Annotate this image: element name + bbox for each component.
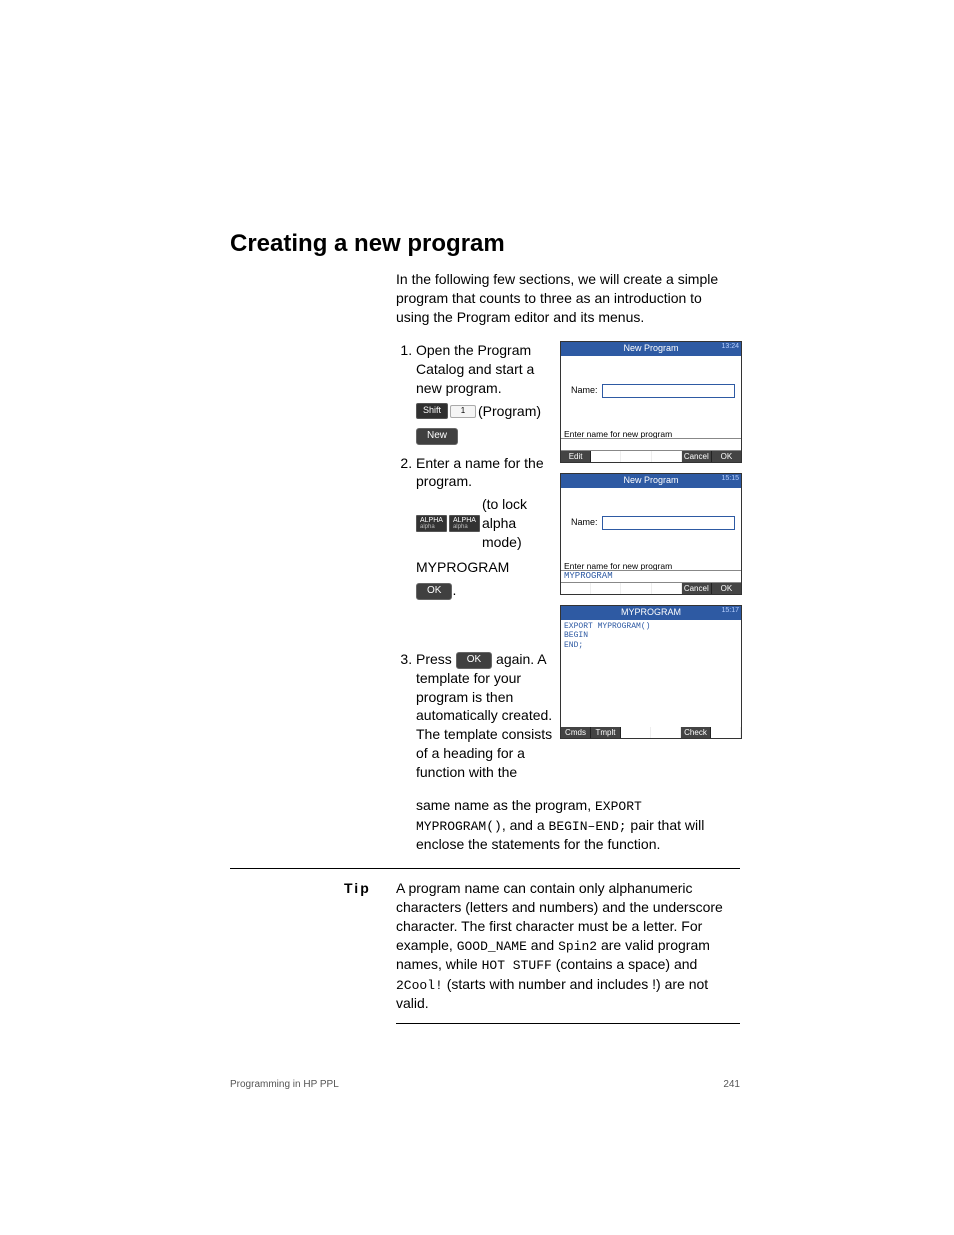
shot2-title-text: New Program	[623, 475, 678, 485]
steps-column: Open the Program Catalog and start a new…	[230, 341, 550, 790]
shot3-clock: 15:17	[721, 607, 739, 615]
tip-text: A program name can contain only alphanum…	[396, 879, 740, 1024]
after-a: same name as the program,	[416, 797, 595, 813]
tip-block: Tip A program name can contain only alph…	[230, 868, 740, 1024]
shot1-title: New Program 13:24	[561, 342, 741, 356]
shot1-body: Name: Enter name for new program	[561, 356, 741, 451]
shot1-clock: 13:24	[721, 343, 739, 351]
shot2-name-field	[602, 516, 735, 530]
tip-t2: and	[527, 937, 558, 953]
shot3-menu-b2	[651, 727, 681, 738]
screenshot-3: MYPROGRAM 15:17 EXPORT MYPROGRAM() BEGIN…	[560, 605, 742, 739]
tip-c4: 2Cool!	[396, 978, 443, 993]
shot3-title-text: MYPROGRAM	[621, 607, 681, 617]
ok-softkey: OK	[416, 583, 452, 600]
page: Creating a new program In the following …	[230, 228, 740, 1024]
shot2-menu-cancel: Cancel	[682, 583, 712, 594]
program-label: (Program)	[478, 402, 541, 421]
code-l4: END;	[564, 641, 738, 651]
one-key: 1	[450, 405, 476, 418]
tip-t4: (contains a space) and	[552, 956, 698, 972]
step-3: Press OK again. A template for your prog…	[416, 650, 566, 782]
step-2: Enter a name for the program. ALPHAalpha…	[416, 454, 556, 600]
shot2-menu-b2	[621, 583, 651, 594]
shot2-editline: MYPROGRAM	[561, 570, 741, 583]
body-row: Open the Program Catalog and start a new…	[230, 341, 740, 790]
code-l1: EXPORT MYPROGRAM()	[564, 622, 738, 632]
shot2-clock: 15:15	[721, 475, 739, 483]
shot3-menu-cmds: Cmds	[561, 727, 591, 738]
shot2-menu-b0	[561, 583, 591, 594]
alpha-key-1: ALPHAalpha	[416, 515, 447, 532]
shift-key: Shift	[416, 403, 448, 419]
shot1-menu-b2	[621, 451, 651, 462]
shot3-menu-check: Check	[681, 727, 711, 738]
shot1-menu-cancel: Cancel	[682, 451, 712, 462]
shot2-name-line: Name:	[571, 516, 735, 530]
shot3-menu-tmplt: Tmplt	[591, 727, 621, 738]
shot3-menu-b1	[621, 727, 651, 738]
ok-key-row: OK.	[416, 581, 556, 600]
screenshots-column: New Program 13:24 Name: Enter name for n…	[560, 341, 740, 749]
tip-c1: GOOD_NAME	[457, 939, 527, 954]
tip-c3: HOT STUFF	[482, 958, 552, 973]
shot1-menu-edit: Edit	[561, 451, 591, 462]
section-heading: Creating a new program	[230, 228, 740, 260]
new-key-row: New	[416, 427, 556, 446]
lock-label: (to lock alpha mode)	[482, 495, 556, 552]
intro-paragraph: In the following few sections, we will c…	[396, 270, 736, 327]
footer-left: Programming in HP PPL	[230, 1078, 339, 1092]
ok-softkey-2: OK	[456, 652, 492, 669]
shot2-title: New Program 15:15	[561, 474, 741, 488]
shot1-name-field	[602, 384, 735, 398]
shot3-body: EXPORT MYPROGRAM() BEGIN END;	[561, 620, 741, 727]
new-softkey: New	[416, 428, 458, 445]
shot2-body: Name: Enter name for new program MYPROGR…	[561, 488, 741, 583]
shot1-editline	[561, 438, 741, 451]
shot1-menu-ok: OK	[712, 451, 741, 462]
shot1-title-text: New Program	[623, 343, 678, 353]
shot3-title: MYPROGRAM 15:17	[561, 606, 741, 620]
footer-right: 241	[723, 1078, 740, 1092]
tip-c2: Spin2	[558, 939, 597, 954]
page-footer: Programming in HP PPL 241	[230, 1078, 740, 1092]
step-1: Open the Program Catalog and start a new…	[416, 341, 556, 445]
step-3-rest: again. A template for your program is th…	[416, 651, 552, 780]
shot3-menu-b3	[711, 727, 741, 738]
step-1-keys: Shift 1 (Program)	[416, 402, 556, 421]
step-3-press: Press	[416, 651, 456, 667]
step-3-continuation: same name as the program, EXPORT MYPROGR…	[416, 796, 736, 854]
shot2-name-label: Name:	[571, 518, 598, 528]
after-code2: BEGIN–END;	[549, 819, 627, 834]
screenshot-1: New Program 13:24 Name: Enter name for n…	[560, 341, 742, 463]
shot1-menu-b3	[652, 451, 682, 462]
code-l2: BEGIN	[564, 631, 738, 641]
after-b: , and a	[502, 817, 549, 833]
step-2-text: Enter a name for the program.	[416, 455, 544, 490]
step-1-text: Open the Program Catalog and start a new…	[416, 342, 534, 396]
steps-list: Open the Program Catalog and start a new…	[396, 341, 550, 782]
shot1-name-line: Name:	[571, 384, 735, 398]
alpha-key-2: ALPHAalpha	[449, 515, 480, 532]
step-2-keys: ALPHAalpha ALPHAalpha (to lock alpha mod…	[416, 495, 556, 552]
tip-t5: (starts with number and includes !) are …	[396, 976, 708, 1012]
shot2-menu-b3	[652, 583, 682, 594]
typed-name: MYPROGRAM	[416, 558, 556, 577]
shot2-menu-b1	[591, 583, 621, 594]
shot3-code: EXPORT MYPROGRAM() BEGIN END;	[561, 620, 741, 653]
shot3-menu: Cmds Tmplt Check	[561, 727, 741, 738]
shot2-menu: Cancel OK	[561, 583, 741, 594]
tip-label: Tip	[230, 879, 396, 1024]
screenshot-2: New Program 15:15 Name: Enter name for n…	[560, 473, 742, 595]
shot1-menu-b1	[591, 451, 621, 462]
shot1-menu: Edit Cancel OK	[561, 451, 741, 462]
shot2-menu-ok: OK	[712, 583, 741, 594]
shot1-name-label: Name:	[571, 386, 598, 396]
